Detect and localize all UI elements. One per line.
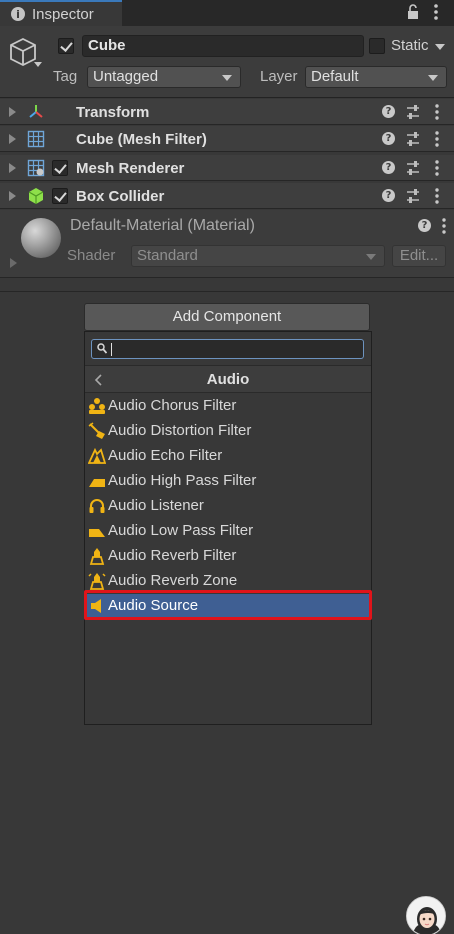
audio-echo-filter-icon xyxy=(88,447,106,464)
material-preview-sphere xyxy=(21,218,61,258)
presets-icon[interactable] xyxy=(406,188,420,204)
tab-label: Inspector xyxy=(32,5,94,23)
list-item-label: Audio Low Pass Filter xyxy=(108,522,254,539)
audio-listener-icon xyxy=(89,499,105,513)
search-icon xyxy=(97,343,107,354)
audio-distortion-filter-icon xyxy=(88,422,105,439)
layer-label: Layer xyxy=(260,68,298,85)
tab-menu-icon[interactable] xyxy=(430,3,442,21)
component-menu-icon[interactable] xyxy=(434,130,440,148)
tag-value: Untagged xyxy=(93,68,159,85)
tab-inspector[interactable]: i Inspector xyxy=(0,0,122,26)
mesh-filter-icon xyxy=(27,130,45,148)
list-item-label: Audio Listener xyxy=(108,497,204,514)
presets-icon[interactable] xyxy=(406,160,420,176)
add-component-popup: Audio Audio Chorus Filter Audio Distorti… xyxy=(84,331,372,725)
component-name: Cube (Mesh Filter) xyxy=(76,131,207,148)
list-item-label: Audio Chorus Filter xyxy=(108,397,237,414)
audio-low-pass-filter-icon xyxy=(89,529,105,537)
list-item[interactable]: Audio Echo Filter xyxy=(85,444,371,468)
shader-label: Shader xyxy=(67,247,116,264)
audio-chorus-filter-icon xyxy=(89,398,105,414)
list-item[interactable]: Audio Low Pass Filter xyxy=(85,519,371,543)
chevron-down-icon[interactable] xyxy=(34,62,42,68)
box-collider-icon xyxy=(28,188,44,204)
static-checkbox[interactable] xyxy=(369,38,385,54)
material-title: Default-Material (Material) xyxy=(70,217,255,234)
component-mesh-filter[interactable]: Cube (Mesh Filter) ? xyxy=(0,126,454,152)
tag-dropdown[interactable]: Untagged xyxy=(87,66,241,88)
text-cursor xyxy=(111,343,112,356)
help-icon[interactable]: ? xyxy=(418,219,431,232)
add-component-button[interactable]: Add Component xyxy=(84,303,370,331)
list-item-label: Audio Echo Filter xyxy=(108,447,223,464)
list-item-label: Audio Reverb Zone xyxy=(108,572,238,589)
material-section: Default-Material (Material) ? Shader Sta… xyxy=(0,210,454,278)
chevron-down-icon xyxy=(366,254,376,260)
component-name: Transform xyxy=(76,104,150,121)
component-menu-icon[interactable] xyxy=(434,187,440,205)
shader-dropdown[interactable]: Standard xyxy=(131,245,385,267)
avatar[interactable] xyxy=(406,896,446,934)
transform-icon xyxy=(29,105,43,118)
material-menu-icon[interactable] xyxy=(441,217,447,235)
list-item-label: Audio Reverb Filter xyxy=(108,547,237,564)
presets-icon[interactable] xyxy=(406,104,420,120)
mesh-renderer-icon xyxy=(27,159,45,177)
mesh-renderer-enabled-checkbox[interactable] xyxy=(52,160,68,176)
tag-label: Tag xyxy=(53,68,78,85)
active-checkbox[interactable] xyxy=(58,38,74,54)
avatar-face-icon xyxy=(407,897,445,934)
foldout-arrow-icon[interactable] xyxy=(9,134,17,144)
foldout-arrow-icon[interactable] xyxy=(10,258,18,268)
tab-bar: i Inspector xyxy=(0,0,454,26)
shader-value: Standard xyxy=(137,247,198,264)
component-name: Mesh Renderer xyxy=(76,160,185,177)
foldout-arrow-icon[interactable] xyxy=(9,107,17,117)
inspector-header: Cube Static Tag Untagged Layer Default xyxy=(0,26,454,98)
edit-shader-button[interactable]: Edit... xyxy=(392,245,446,267)
static-label: Static xyxy=(391,37,429,54)
list-item-label: Audio High Pass Filter xyxy=(108,472,257,489)
lock-icon[interactable] xyxy=(406,4,420,20)
foldout-arrow-icon[interactable] xyxy=(9,163,17,173)
component-menu-icon[interactable] xyxy=(434,159,440,177)
list-item[interactable]: Audio Distortion Filter xyxy=(85,419,371,443)
audio-reverb-filter-icon xyxy=(89,548,105,565)
chevron-down-icon xyxy=(428,75,438,81)
audio-high-pass-filter-icon xyxy=(89,479,105,487)
chevron-down-icon[interactable] xyxy=(435,44,445,51)
help-icon[interactable]: ? xyxy=(382,189,395,202)
list-item[interactable]: Audio High Pass Filter xyxy=(85,469,371,493)
category-title: Audio xyxy=(206,371,250,388)
list-item[interactable]: Audio Chorus Filter xyxy=(85,394,371,418)
search-input[interactable] xyxy=(91,339,364,359)
object-name-field[interactable]: Cube xyxy=(82,35,364,57)
component-mesh-renderer[interactable]: Mesh Renderer ? xyxy=(0,155,454,181)
list-item-label: Audio Distortion Filter xyxy=(108,422,252,439)
selection-highlight-box xyxy=(84,590,372,620)
list-item[interactable]: Audio Listener xyxy=(85,494,371,518)
foldout-arrow-icon[interactable] xyxy=(9,191,17,201)
list-item[interactable]: Audio Reverb Filter xyxy=(85,544,371,568)
box-collider-enabled-checkbox[interactable] xyxy=(52,188,68,204)
info-icon: i xyxy=(11,7,25,21)
component-menu-icon[interactable] xyxy=(434,103,440,121)
category-header: Audio xyxy=(85,365,371,393)
component-name: Box Collider xyxy=(76,188,165,205)
divider xyxy=(0,291,454,292)
component-box-collider[interactable]: Box Collider ? xyxy=(0,183,454,209)
presets-icon[interactable] xyxy=(406,131,420,147)
help-icon[interactable]: ? xyxy=(382,105,395,118)
layer-value: Default xyxy=(311,68,359,85)
help-icon[interactable]: ? xyxy=(382,132,395,145)
audio-reverb-zone-icon xyxy=(88,573,106,590)
chevron-down-icon xyxy=(222,75,232,81)
component-transform[interactable]: Transform ? xyxy=(0,99,454,125)
help-icon[interactable]: ? xyxy=(382,161,395,174)
layer-dropdown[interactable]: Default xyxy=(305,66,447,88)
